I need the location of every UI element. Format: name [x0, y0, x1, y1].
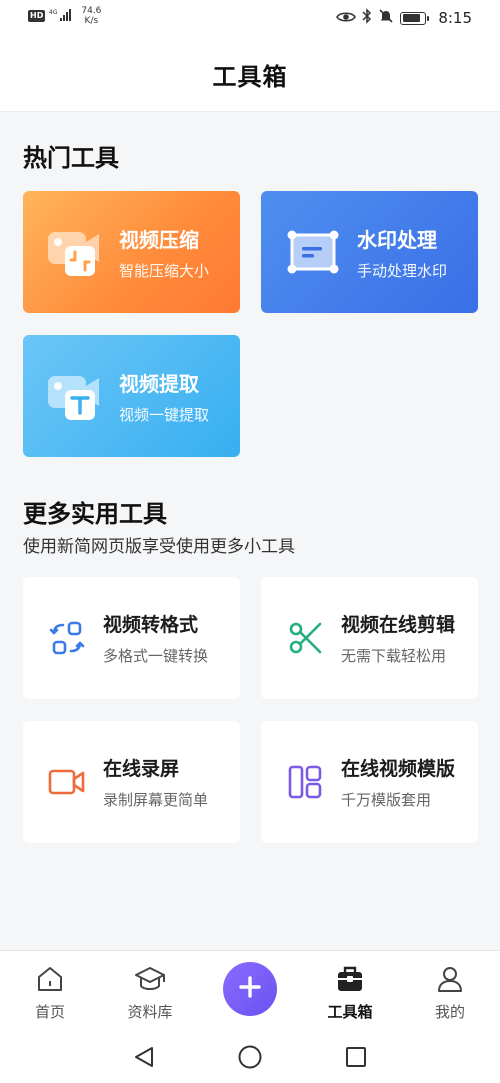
tool-text: 在线视频模版 千万模版套用: [341, 754, 455, 810]
tab-label: 我的: [434, 1003, 465, 1021]
battery-icon: [400, 11, 430, 25]
hot-tools-title: 热门工具: [23, 144, 119, 172]
tool-name: 在线视频模版: [341, 758, 456, 780]
tool-video-format[interactable]: 视频转格式 多格式一键转换: [23, 577, 240, 699]
more-tools-subtitle: 使用新简网页版享受使用更多小工具: [23, 537, 295, 557]
network-speed-value: 74.6: [81, 6, 102, 16]
tool-text: 在线录屏 录制屏幕更简单: [103, 754, 208, 810]
tool-name: 视频在线剪辑: [341, 614, 456, 636]
tab-label: 资料库: [127, 1003, 173, 1021]
home-circle-icon[interactable]: [236, 1044, 264, 1070]
hot-tool-desc: 手动处理水印: [357, 261, 448, 280]
hot-tool-name: 视频压缩: [119, 227, 199, 252]
status-left: HD 4G 74.6 K/s: [28, 6, 101, 26]
video-camera-icon: [47, 762, 87, 802]
recents-square-icon[interactable]: [342, 1044, 370, 1070]
bluetooth-icon: [362, 8, 372, 28]
more-tools-title: 更多实用工具: [23, 500, 167, 528]
tab-label: 工具箱: [327, 1003, 373, 1021]
network-speed: 74.6 K/s: [81, 6, 101, 26]
signal-icon: 4G: [49, 7, 75, 26]
tool-video-edit[interactable]: 视频在线剪辑 无需下载轻松用: [261, 577, 478, 699]
tool-name: 在线录屏: [103, 758, 180, 780]
system-nav-bar: [0, 1030, 500, 1083]
tab-home[interactable]: 首页: [0, 951, 100, 1031]
hot-tool-watermark[interactable]: 水印处理 手动处理水印: [261, 191, 478, 313]
page-title: 工具箱: [212, 63, 288, 91]
bottom-tab-bar: 首页 资料库 工具箱 我的: [0, 950, 500, 1030]
tool-text: 视频转格式 多格式一键转换: [103, 610, 208, 666]
status-right: 8:15: [336, 8, 472, 28]
home-icon: [34, 963, 66, 995]
hot-tool-desc: 智能压缩大小: [119, 261, 210, 280]
eye-icon: [336, 9, 357, 28]
toolbox-icon: [334, 963, 366, 995]
back-triangle-icon[interactable]: [130, 1044, 158, 1070]
video-compress-icon: [45, 222, 105, 282]
hot-tool-name: 视频提取: [119, 371, 199, 396]
tab-library[interactable]: 资料库: [100, 951, 200, 1031]
hot-tool-text: 视频压缩 智能压缩大小: [119, 224, 209, 281]
status-bar: HD 4G 74.6 K/s 8:15: [0, 0, 500, 38]
hot-tool-name: 水印处理: [357, 227, 437, 252]
tool-name: 视频转格式: [103, 614, 199, 636]
tool-desc: 无需下载轻松用: [341, 647, 447, 665]
video-extract-icon: [45, 366, 105, 426]
tool-screen-record[interactable]: 在线录屏 录制屏幕更简单: [23, 721, 240, 843]
battery-fill: [402, 14, 420, 22]
app-header: 工具箱: [0, 38, 500, 112]
user-icon: [434, 963, 466, 995]
watermark-icon: [283, 222, 343, 282]
add-button[interactable]: [223, 962, 277, 1016]
tool-text: 视频在线剪辑 无需下载轻松用: [341, 610, 455, 666]
template-layout-icon: [285, 762, 325, 802]
tab-toolbox[interactable]: 工具箱: [300, 951, 400, 1031]
hd-badge: HD: [28, 10, 46, 22]
hot-tool-video-compress[interactable]: 视频压缩 智能压缩大小: [23, 191, 240, 313]
tab-label: 首页: [34, 1003, 65, 1021]
format-convert-icon: [47, 618, 87, 658]
plus-icon: [238, 975, 262, 1003]
bell-muted-icon: [378, 8, 394, 28]
hot-tool-desc: 视频一键提取: [119, 405, 210, 424]
scissors-icon: [285, 618, 325, 658]
tool-desc: 录制屏幕更简单: [103, 791, 209, 809]
status-time: 8:15: [438, 9, 472, 27]
hot-tool-text: 水印处理 手动处理水印: [357, 224, 447, 281]
graduation-cap-icon: [134, 963, 166, 995]
hot-tool-video-extract[interactable]: 视频提取 视频一键提取: [23, 335, 240, 457]
tool-video-template[interactable]: 在线视频模版 千万模版套用: [261, 721, 478, 843]
network-speed-unit: K/s: [84, 16, 99, 26]
tool-desc: 千万模版套用: [341, 791, 432, 809]
network-type: 4G: [49, 9, 58, 16]
tab-profile[interactable]: 我的: [400, 951, 500, 1031]
hot-tool-text: 视频提取 视频一键提取: [119, 368, 209, 425]
tool-desc: 多格式一键转换: [103, 647, 209, 665]
